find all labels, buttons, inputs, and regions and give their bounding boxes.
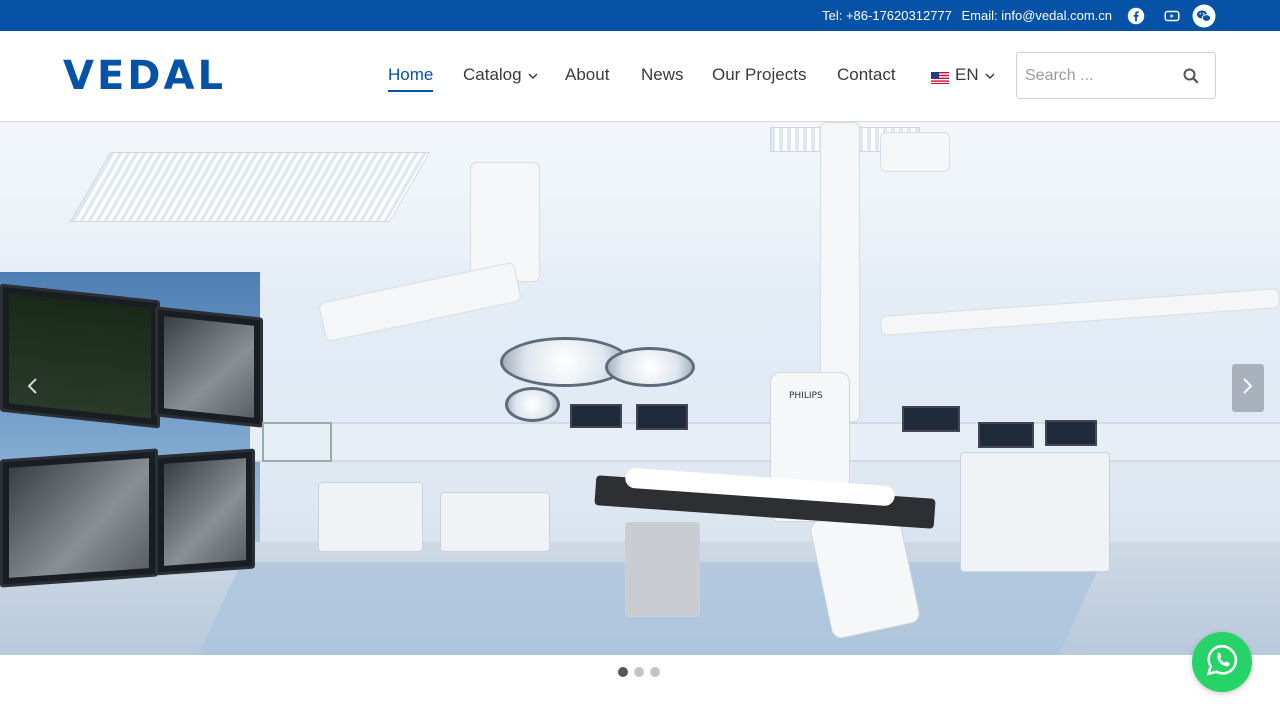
slider-pagination (618, 667, 660, 677)
slider-prev-button[interactable] (16, 364, 48, 412)
site-logo[interactable]: VEDAL (63, 53, 226, 99)
us-flag-icon (931, 69, 949, 84)
site-header: VEDAL Home Catalog About News Our Projec… (0, 31, 1280, 122)
top-bar: Tel: +86-17620312777 Email: info@vedal.c… (0, 0, 1280, 31)
philips-label: PHILIPS (789, 391, 823, 401)
phone-number[interactable]: Tel: +86-17620312777 (822, 8, 952, 23)
contact-info: Tel: +86-17620312777 Email: info@vedal.c… (816, 8, 1112, 23)
nav-about[interactable]: About (565, 65, 609, 85)
chevron-down-icon (985, 65, 995, 85)
wechat-icon[interactable] (1192, 4, 1216, 28)
hero-slider: PHILIPS (0, 122, 1280, 655)
nav-catalog[interactable]: Catalog (463, 65, 538, 85)
slider-next-button[interactable] (1232, 364, 1264, 412)
search-form (1016, 52, 1216, 99)
slider-dot-3[interactable] (650, 667, 660, 677)
whatsapp-icon (1205, 643, 1239, 682)
slider-dot-2[interactable] (634, 667, 644, 677)
chevron-right-icon (1242, 377, 1254, 400)
nav-home-label: Home (388, 65, 434, 84)
chevron-down-icon (528, 65, 538, 85)
youtube-icon[interactable] (1160, 4, 1184, 28)
nav-home[interactable]: Home (388, 65, 434, 92)
facebook-icon[interactable] (1124, 4, 1148, 28)
nav-news[interactable]: News (641, 65, 684, 85)
nav-our-projects-label: Our Projects (712, 65, 807, 84)
search-icon[interactable] (1183, 68, 1199, 89)
nav-contact-label: Contact (837, 65, 896, 84)
whatsapp-chat-button[interactable] (1192, 632, 1252, 692)
slider-dot-1[interactable] (618, 667, 628, 677)
chevron-left-icon (26, 377, 38, 400)
language-selector[interactable]: EN (931, 65, 995, 85)
search-input[interactable] (1025, 63, 1175, 89)
language-label: EN (955, 65, 979, 84)
nav-our-projects[interactable]: Our Projects (712, 65, 806, 85)
nav-news-label: News (641, 65, 684, 84)
nav-catalog-label: Catalog (463, 65, 522, 84)
nav-contact[interactable]: Contact (837, 65, 896, 85)
nav-about-label: About (565, 65, 610, 84)
email-address[interactable]: Email: info@vedal.com.cn (962, 8, 1112, 23)
hero-image: PHILIPS (0, 122, 1280, 655)
